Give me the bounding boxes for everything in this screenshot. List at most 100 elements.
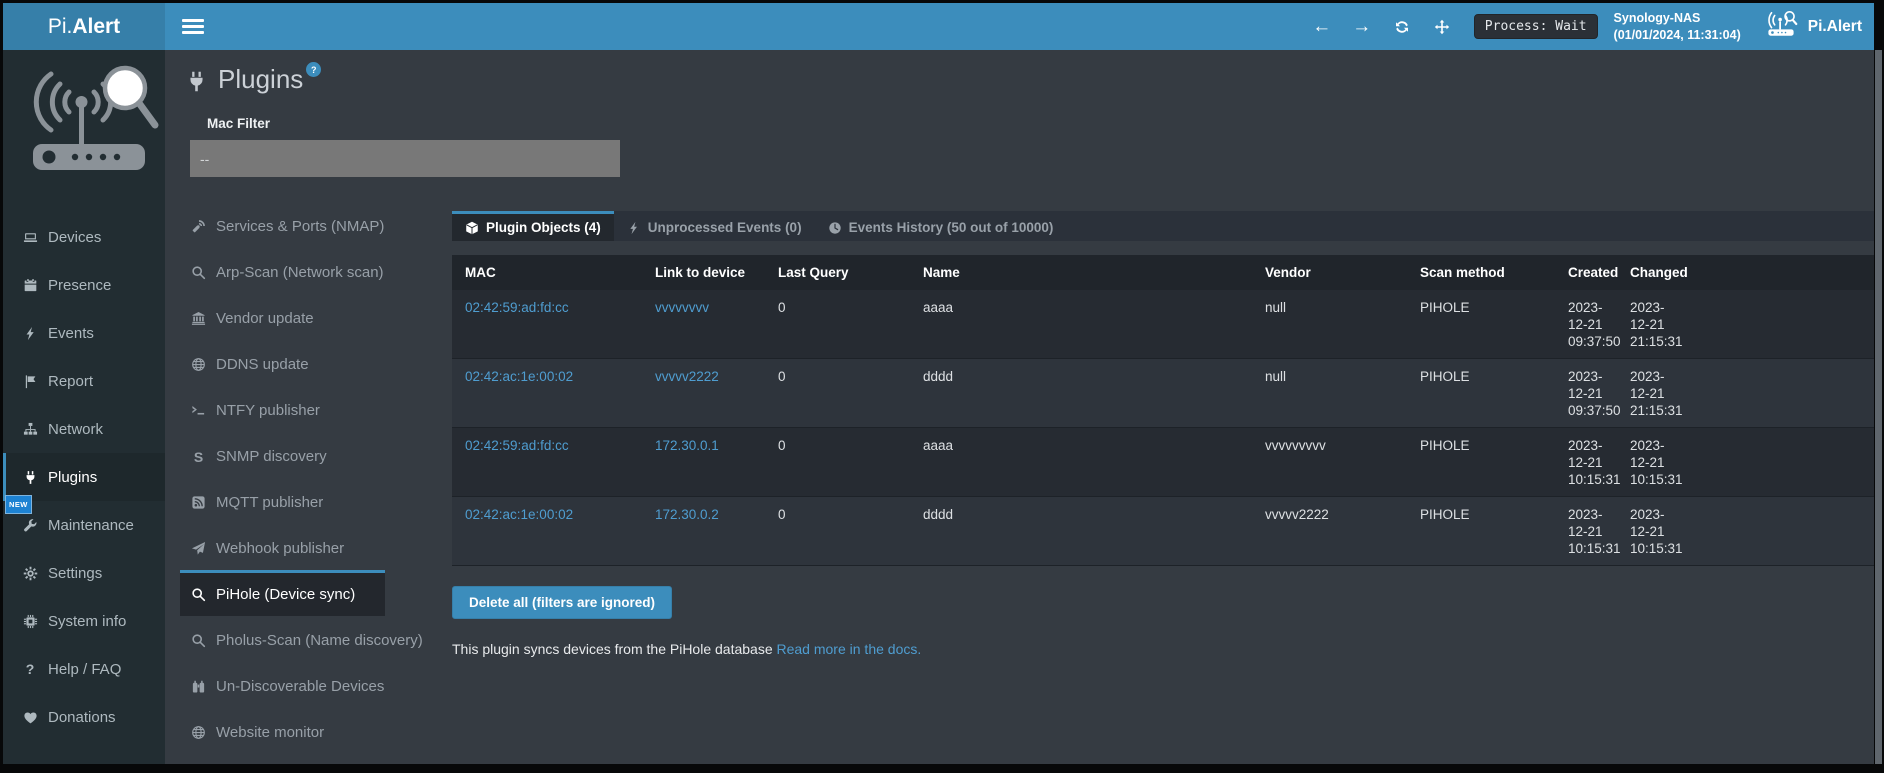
mac-link[interactable]: 02:42:59:ad:fd:cc [465,300,569,315]
rss-icon [189,495,208,510]
plugin-nav-item-webhook-publisher[interactable]: Webhook publisher [180,524,385,570]
plugin-nav-item-arp-scan[interactable]: Arp-Scan (Network scan) [180,248,385,294]
sidebar-item-help-faq[interactable]: ? Help / FAQ [3,645,165,693]
created-cell: 2023-12-2109:37:50 [1555,290,1617,359]
sidebar-item-system-info[interactable]: System info [3,597,165,645]
name-cell: dddd [910,497,1252,566]
plugin-nav-label: NTFY publisher [216,402,320,419]
plugin-nav-label: Arp-Scan (Network scan) [216,264,384,281]
plugin-nav: Services & Ports (NMAP) Arp-Scan (Networ… [180,202,385,754]
sidebar-item-label: Events [48,325,94,342]
host-name: Synology-NAS [1614,10,1741,27]
plugin-nav-item-pholus-scan[interactable]: Pholus-Scan (Name discovery) [180,616,385,662]
top-bar-main: ← → Process: Wait Synology-NAS (01/01/20… [165,3,1874,50]
sidebar-item-label: Settings [48,565,102,582]
plugin-nav-item-undiscoverable[interactable]: Un-Discoverable Devices [180,662,385,708]
plugin-nav-item-website-monitor[interactable]: Website monitor [180,708,385,754]
scan-method-cell: PIHOLE [1407,290,1555,359]
tab-unprocessed-events[interactable]: Unprocessed Events (0) [614,211,815,241]
pialert-logo[interactable]: Pi.Alert [1763,9,1862,44]
tab-plugin-objects[interactable]: Plugin Objects (4) [452,211,614,241]
sidebar-item-devices[interactable]: Devices [3,213,165,261]
process-status-badge[interactable]: Process: Wait [1474,14,1598,39]
device-link[interactable]: 172.30.0.2 [655,507,719,522]
table-header-row: MAC Link to device Last Query Name Vendo… [452,255,1874,290]
plugin-nav-item-nmap[interactable]: Services & Ports (NMAP) [180,202,385,248]
table-row: 02:42:ac:1e:00:02 172.30.0.2 0 dddd vvvv… [452,497,1874,566]
mac-cell: 02:42:59:ad:fd:cc [452,428,642,497]
delete-all-button[interactable]: Delete all (filters are ignored) [452,586,672,619]
column-header-created[interactable]: Created [1555,255,1617,290]
plug-icon [21,470,39,485]
mac-link[interactable]: 02:42:59:ad:fd:cc [465,438,569,453]
forward-arrow-icon[interactable]: → [1342,16,1382,38]
tab-label: Plugin Objects (4) [486,220,601,235]
device-link[interactable]: vvvvv2222 [655,369,719,384]
plugin-nav-item-ntfy-publisher[interactable]: NTFY publisher [180,386,385,432]
mac-link[interactable]: 02:42:ac:1e:00:02 [465,507,573,522]
sidebar-item-donations[interactable]: Donations [3,693,165,741]
paper-plane-icon [189,541,208,556]
mac-link[interactable]: 02:42:ac:1e:00:02 [465,369,573,384]
help-badge[interactable]: ? [306,62,321,77]
vertical-scrollbar[interactable] [1875,50,1882,764]
host-info: Synology-NAS (01/01/2024, 11:31:04) [1614,10,1741,44]
docs-link[interactable]: Read more in the docs. [777,641,922,657]
page-title-text: Plugins [218,63,303,96]
move-icon[interactable] [1422,19,1462,35]
sidebar-item-network[interactable]: Network [3,405,165,453]
plugin-nav-item-vendor-update[interactable]: Vendor update [180,294,385,340]
tab-bar: Plugin Objects (4) Unprocessed Events (0… [452,211,1874,241]
mac-cell: 02:42:ac:1e:00:02 [452,359,642,428]
column-header-vendor[interactable]: Vendor [1252,255,1407,290]
sidebar-item-settings[interactable]: Settings [3,549,165,597]
sidebar-item-report[interactable]: Report [3,357,165,405]
column-header-link[interactable]: Link to device [642,255,765,290]
vendor-cell: vvvvvvvvv [1252,428,1407,497]
satellite-dish-icon [189,219,208,234]
sidebar-item-label: Plugins [48,469,97,486]
table-row: 02:42:ac:1e:00:02 vvvvv2222 0 dddd null … [452,359,1874,428]
plugin-nav-label: Vendor update [216,310,314,327]
filler-cell [1683,497,1874,566]
mac-filter-input[interactable] [190,140,620,177]
plugin-description-text: This plugin syncs devices from the PiHol… [452,641,773,657]
search-icon [189,265,208,280]
plugin-nav-item-ddns-update[interactable]: DDNS update [180,340,385,386]
device-link[interactable]: 172.30.0.1 [655,438,719,453]
search-icon [189,633,208,648]
table-row: 02:42:59:ad:fd:cc vvvvvvvv 0 aaaa null P… [452,290,1874,359]
column-header-mac[interactable]: MAC [452,255,642,290]
sidebar-item-presence[interactable]: Presence [3,261,165,309]
hamburger-menu-icon[interactable] [182,19,204,34]
back-arrow-icon[interactable]: ← [1302,16,1342,38]
changed-cell: 2023-12-2110:15:31 [1617,428,1683,497]
column-header-name[interactable]: Name [910,255,1252,290]
laptop-icon [21,230,39,245]
plugin-nav-item-snmp-discovery[interactable]: S SNMP discovery [180,432,385,478]
tab-events-history[interactable]: Events History (50 out of 10000) [815,211,1067,241]
bolt-icon [627,221,641,235]
device-link[interactable]: vvvvvvvv [655,300,709,315]
sidebar-item-plugins[interactable]: Plugins [3,453,165,501]
pialert-logo-label: Pi.Alert [1808,18,1862,36]
last-query-cell: 0 [765,290,910,359]
refresh-icon[interactable] [1382,19,1422,35]
created-cell: 2023-12-2109:37:50 [1555,359,1617,428]
column-header-scan-method[interactable]: Scan method [1407,255,1555,290]
plugin-nav-item-pihole[interactable]: PiHole (Device sync) [180,570,385,616]
plugin-nav-item-mqtt-publisher[interactable]: MQTT publisher [180,478,385,524]
sidebar-item-events[interactable]: Events [3,309,165,357]
tab-label: Events History (50 out of 10000) [849,220,1054,235]
sitemap-icon [21,422,39,437]
plugin-nav-label: MQTT publisher [216,494,323,511]
bolt-icon [21,326,39,341]
router-scan-icon [1763,9,1799,44]
brand-logo[interactable]: Pi.Alert [3,3,165,50]
column-header-changed[interactable]: Changed [1617,255,1683,290]
tab-label: Unprocessed Events (0) [648,220,802,235]
column-header-last-query[interactable]: Last Query [765,255,910,290]
plugin-nav-label: Pholus-Scan (Name discovery) [216,632,423,649]
mac-filter-label: Mac Filter [207,116,270,131]
clock-icon [828,221,842,235]
